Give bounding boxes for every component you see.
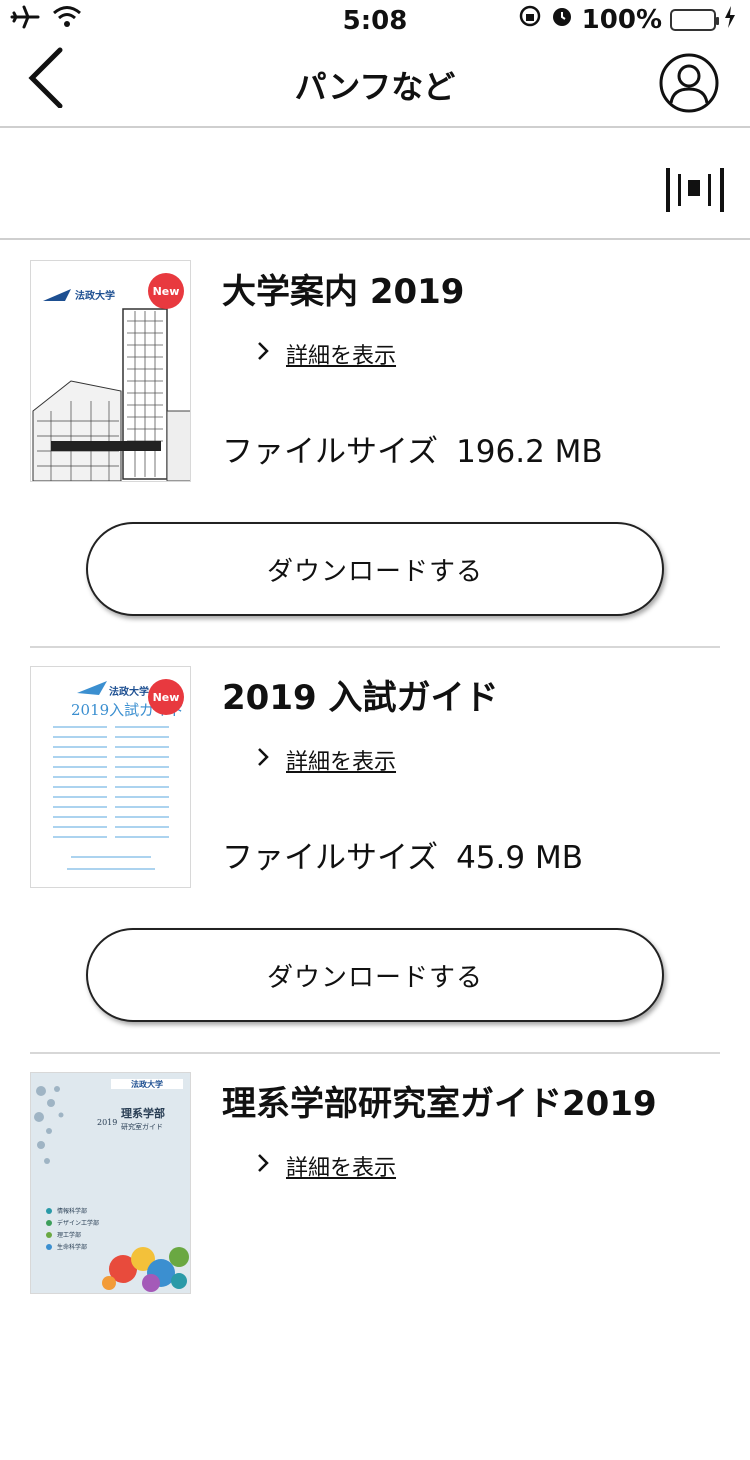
svg-text:理系学部: 理系学部	[121, 1106, 165, 1120]
show-details-label[interactable]: 詳細を表示	[286, 338, 396, 370]
file-size: ファイルサイズ 45.9 MB	[222, 832, 583, 877]
pamphlet-cover-image[interactable]: 法政大学 New	[30, 260, 191, 482]
charging-bolt-icon	[724, 5, 736, 35]
list-item: 法政大学 2019入試ガイド New 2019 入試ガイド 詳細を表示 ファイル…	[0, 648, 750, 1054]
pamphlet-cover-image[interactable]: 法政大学 2019入試ガイド New	[30, 666, 191, 888]
file-size-value: 45.9 MB	[456, 840, 583, 876]
svg-text:情報科学部: 情報科学部	[57, 1207, 87, 1215]
pamphlet-title: 大学案内 2019	[222, 272, 465, 312]
file-size-value: 196.2 MB	[456, 434, 603, 470]
pamphlet-list: 法政大学 New 大学案内 2019 詳細を表示 ファイルサイズ 196.2 M…	[0, 242, 750, 1460]
rotation-lock-icon	[518, 4, 542, 35]
svg-text:法政大学: 法政大学	[109, 685, 149, 698]
svg-text:法政大学: 法政大学	[131, 1079, 163, 1089]
download-button[interactable]: ダウンロードする	[86, 928, 664, 1022]
status-bar: 5:08 100%	[0, 0, 750, 40]
chevron-right-icon	[256, 1152, 270, 1180]
pamphlet-title: 理系学部研究室ガイド2019	[222, 1084, 657, 1124]
svg-text:理工学部: 理工学部	[57, 1231, 81, 1239]
show-details-link[interactable]: 詳細を表示	[256, 1150, 396, 1182]
barcode-scan-icon	[666, 168, 724, 212]
show-details-label[interactable]: 詳細を表示	[286, 744, 396, 776]
battery-percent: 100%	[581, 4, 662, 35]
alarm-icon	[550, 4, 574, 35]
svg-text:2019: 2019	[97, 1118, 117, 1127]
scan-button[interactable]	[664, 166, 726, 214]
list-item: 法政大学 理系学部 研究室ガイド 2019 情報科学部 デザイン工学部 理工学部…	[0, 1054, 750, 1460]
file-size-label: ファイルサイズ	[222, 840, 439, 876]
user-icon	[659, 53, 719, 113]
show-details-link[interactable]: 詳細を表示	[256, 744, 396, 776]
svg-text:デザイン工学部: デザイン工学部	[57, 1219, 99, 1227]
svg-text:研究室ガイド: 研究室ガイド	[121, 1122, 163, 1131]
battery-icon	[670, 8, 719, 31]
status-right: 100%	[518, 4, 736, 35]
profile-button[interactable]	[658, 52, 720, 114]
toolbar	[0, 130, 750, 240]
lab-guide-cover-illustration: 法政大学 理系学部 研究室ガイド 2019 情報科学部 デザイン工学部 理工学部…	[31, 1073, 190, 1293]
pamphlet-cover-image[interactable]: 法政大学 理系学部 研究室ガイド 2019 情報科学部 デザイン工学部 理工学部…	[30, 1072, 191, 1294]
new-badge: New	[148, 679, 184, 715]
new-badge: New	[148, 273, 184, 309]
chevron-right-icon	[256, 746, 270, 774]
list-item: 法政大学 New 大学案内 2019 詳細を表示 ファイルサイズ 196.2 M…	[0, 242, 750, 648]
download-button[interactable]: ダウンロードする	[86, 522, 664, 616]
show-details-link[interactable]: 詳細を表示	[256, 338, 396, 370]
show-details-label[interactable]: 詳細を表示	[286, 1150, 396, 1182]
pamphlet-title: 2019 入試ガイド	[222, 678, 499, 718]
page-title: パンフなど	[294, 68, 456, 106]
nav-bar: パンフなど	[0, 40, 750, 128]
svg-text:生命科学部: 生命科学部	[57, 1243, 87, 1251]
file-size: ファイルサイズ 196.2 MB	[222, 426, 603, 471]
file-size-label: ファイルサイズ	[222, 434, 439, 470]
chevron-right-icon	[256, 340, 270, 368]
svg-text:法政大学: 法政大学	[75, 289, 115, 302]
